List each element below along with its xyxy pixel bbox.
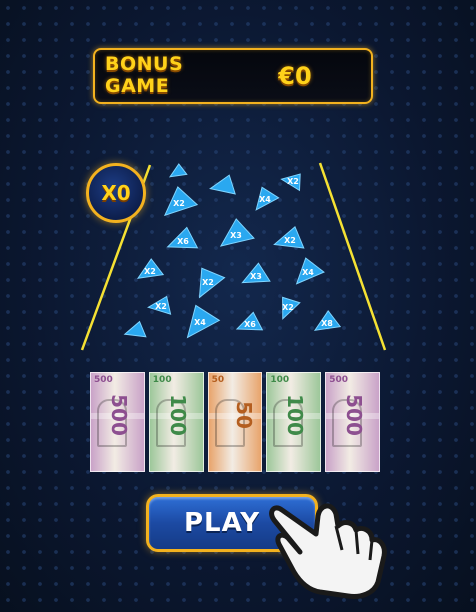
banknote-corner-value: 100 bbox=[152, 375, 172, 385]
multiplier-shard[interactable]: X4 bbox=[291, 254, 325, 285]
multiplier-shard[interactable]: X4 bbox=[178, 300, 221, 339]
shard-multiplier-label: X2 bbox=[173, 199, 185, 208]
multiplier-shard[interactable] bbox=[168, 163, 188, 178]
multiplier-shard[interactable]: X4 bbox=[250, 183, 280, 211]
shard-multiplier-label: X2 bbox=[284, 236, 296, 245]
banknote-100: 100 100 bbox=[148, 372, 204, 472]
multiplier-shard[interactable]: X2 bbox=[280, 167, 307, 194]
multiplier-value: X0 bbox=[101, 181, 131, 205]
banknote-corner-value: 500 bbox=[329, 375, 348, 385]
banknote-500: 500 500 bbox=[325, 372, 380, 472]
multiplier-shard[interactable]: X6 bbox=[166, 225, 201, 252]
banknote-50: 50 50 bbox=[207, 372, 263, 472]
play-button-label: PLAY bbox=[183, 508, 261, 538]
shard-multiplier-label: X2 bbox=[287, 177, 299, 186]
multiplier-shard[interactable]: X3 bbox=[241, 262, 271, 285]
banknote-value: 500 bbox=[106, 394, 131, 436]
shard-multiplier-label: X2 bbox=[144, 267, 156, 276]
banknote-corner-value: 100 bbox=[270, 375, 290, 385]
multiplier-shard[interactable]: X2 bbox=[273, 223, 308, 252]
multiplier-shard[interactable]: X6 bbox=[235, 310, 265, 333]
multiplier-shard[interactable]: X8 bbox=[313, 310, 342, 331]
shard-multiplier-label: X2 bbox=[202, 278, 214, 287]
banknote-value: 50 bbox=[231, 401, 256, 429]
shard-multiplier-label: X3 bbox=[230, 231, 242, 240]
shards-layer: X2 X2 X4 X6 X3 X2 X2 X2 X3 X4 X2 X4 X6 X2 X8 bbox=[123, 163, 342, 340]
multiplier-shard[interactable]: X2 bbox=[147, 291, 177, 317]
multiplier-shard[interactable] bbox=[123, 319, 149, 340]
banknote-row: 500 500 100 100 50 50 100 100 500 500 bbox=[90, 372, 380, 472]
shard-multiplier-label: X8 bbox=[321, 319, 333, 328]
banknote-100: 100 100 bbox=[266, 372, 322, 472]
pointing-hand-icon bbox=[269, 503, 387, 599]
shard-multiplier-label: X4 bbox=[259, 195, 271, 204]
shard-multiplier-label: X4 bbox=[302, 268, 314, 277]
shard-multiplier-label: X3 bbox=[250, 272, 262, 281]
banknote-value: 500 bbox=[342, 394, 367, 436]
shard-multiplier-label: X2 bbox=[155, 302, 167, 311]
multiplier-shard[interactable]: X3 bbox=[219, 218, 255, 247]
banknote-value: 100 bbox=[165, 394, 190, 436]
multiplier-badge: X0 bbox=[86, 163, 146, 223]
multiplier-shard[interactable] bbox=[209, 171, 240, 198]
shard-multiplier-label: X6 bbox=[177, 237, 189, 246]
multiplier-shard[interactable]: X2 bbox=[136, 258, 165, 279]
multiplier-shard[interactable]: X2 bbox=[273, 291, 303, 320]
shard-multiplier-label: X2 bbox=[282, 303, 294, 312]
banknote-corner-value: 50 bbox=[211, 375, 225, 385]
multiplier-shard[interactable]: X2 bbox=[188, 261, 227, 299]
shard-multiplier-label: X4 bbox=[194, 318, 206, 327]
multiplier-shard[interactable]: X2 bbox=[160, 184, 199, 217]
banknote-500: 500 500 bbox=[90, 372, 145, 472]
banknote-value: 100 bbox=[283, 394, 308, 436]
banknote-corner-value: 500 bbox=[94, 375, 113, 385]
shard-multiplier-label: X6 bbox=[244, 320, 256, 329]
